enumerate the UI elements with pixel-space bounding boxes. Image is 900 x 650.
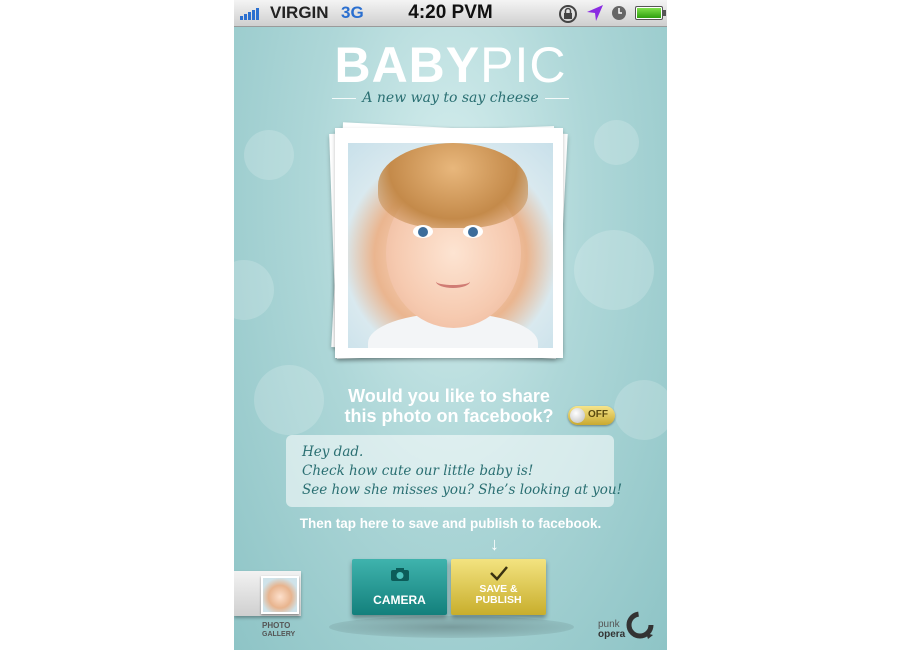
message-text-area[interactable]: Hey dad. Check how cute our little baby … (286, 435, 622, 507)
bokeh-decoration (234, 260, 274, 320)
publish-instruction: Then tap here to save and publish to fac… (299, 516, 602, 531)
logo-bold-text: BABY (334, 37, 481, 93)
save-publish-button[interactable]: SAVE & PUBLISH (451, 559, 546, 615)
battery-icon (635, 6, 666, 20)
message-line: Hey dad. (302, 444, 364, 460)
toggle-label: OFF (588, 409, 608, 420)
baby-hair (378, 143, 528, 228)
gallery-thumbnail (261, 576, 299, 614)
checkmark-icon (490, 566, 508, 581)
photo-frame (335, 128, 563, 358)
photo-gallery-button[interactable] (234, 571, 301, 616)
app-screen: VIRGIN 3G 4:20 PVM BABYPIC A new way to … (234, 0, 667, 650)
message-line: Check how cute our little baby is! (302, 463, 534, 479)
bokeh-decoration (614, 380, 667, 440)
status-bar: VIRGIN 3G 4:20 PVM (234, 0, 667, 27)
share-question-line1: Would you like to share (348, 386, 550, 406)
camera-button[interactable]: CAMERA (352, 559, 447, 615)
toggle-knob (570, 408, 585, 423)
punk-opera-logo-icon (626, 611, 654, 639)
message-line: See how she misses you? She’s looking at… (302, 482, 623, 498)
gallery-label-line2: GALLERY (262, 631, 296, 638)
logo-light-text: PIC (480, 37, 567, 93)
camera-button-label: CAMERA (373, 593, 426, 607)
rotation-lock-icon (559, 5, 577, 23)
baby-mouth (436, 275, 470, 288)
camera-icon (391, 568, 409, 581)
tagline-divider (544, 97, 569, 99)
tagline-row: A new way to say cheese (332, 90, 569, 106)
baby-eye-right (463, 225, 483, 238)
bokeh-decoration (574, 230, 654, 310)
baby-photo[interactable] (329, 122, 569, 364)
share-question: Would you like to share this photo on fa… (334, 386, 564, 426)
share-question-line2: this photo on facebook? (344, 406, 554, 426)
arrow-down-icon: ↓ (490, 534, 499, 554)
facebook-share-toggle[interactable]: OFF (568, 406, 615, 425)
baby-image (348, 143, 553, 348)
gallery-label-line1: PHOTO (262, 621, 291, 630)
baby-eye-left (413, 225, 433, 238)
brand-line2: opera (598, 629, 626, 640)
tagline: A new way to say cheese (362, 90, 539, 106)
buttons-shadow (329, 616, 574, 638)
bokeh-decoration (244, 130, 294, 180)
save-button-label-line2: PUBLISH (475, 594, 522, 606)
location-icon (587, 5, 603, 21)
tagline-divider (332, 97, 357, 99)
bokeh-decoration (254, 365, 324, 435)
bokeh-decoration (594, 120, 639, 165)
clock-icon (612, 6, 626, 20)
app-logo: BABYPIC (234, 36, 667, 94)
